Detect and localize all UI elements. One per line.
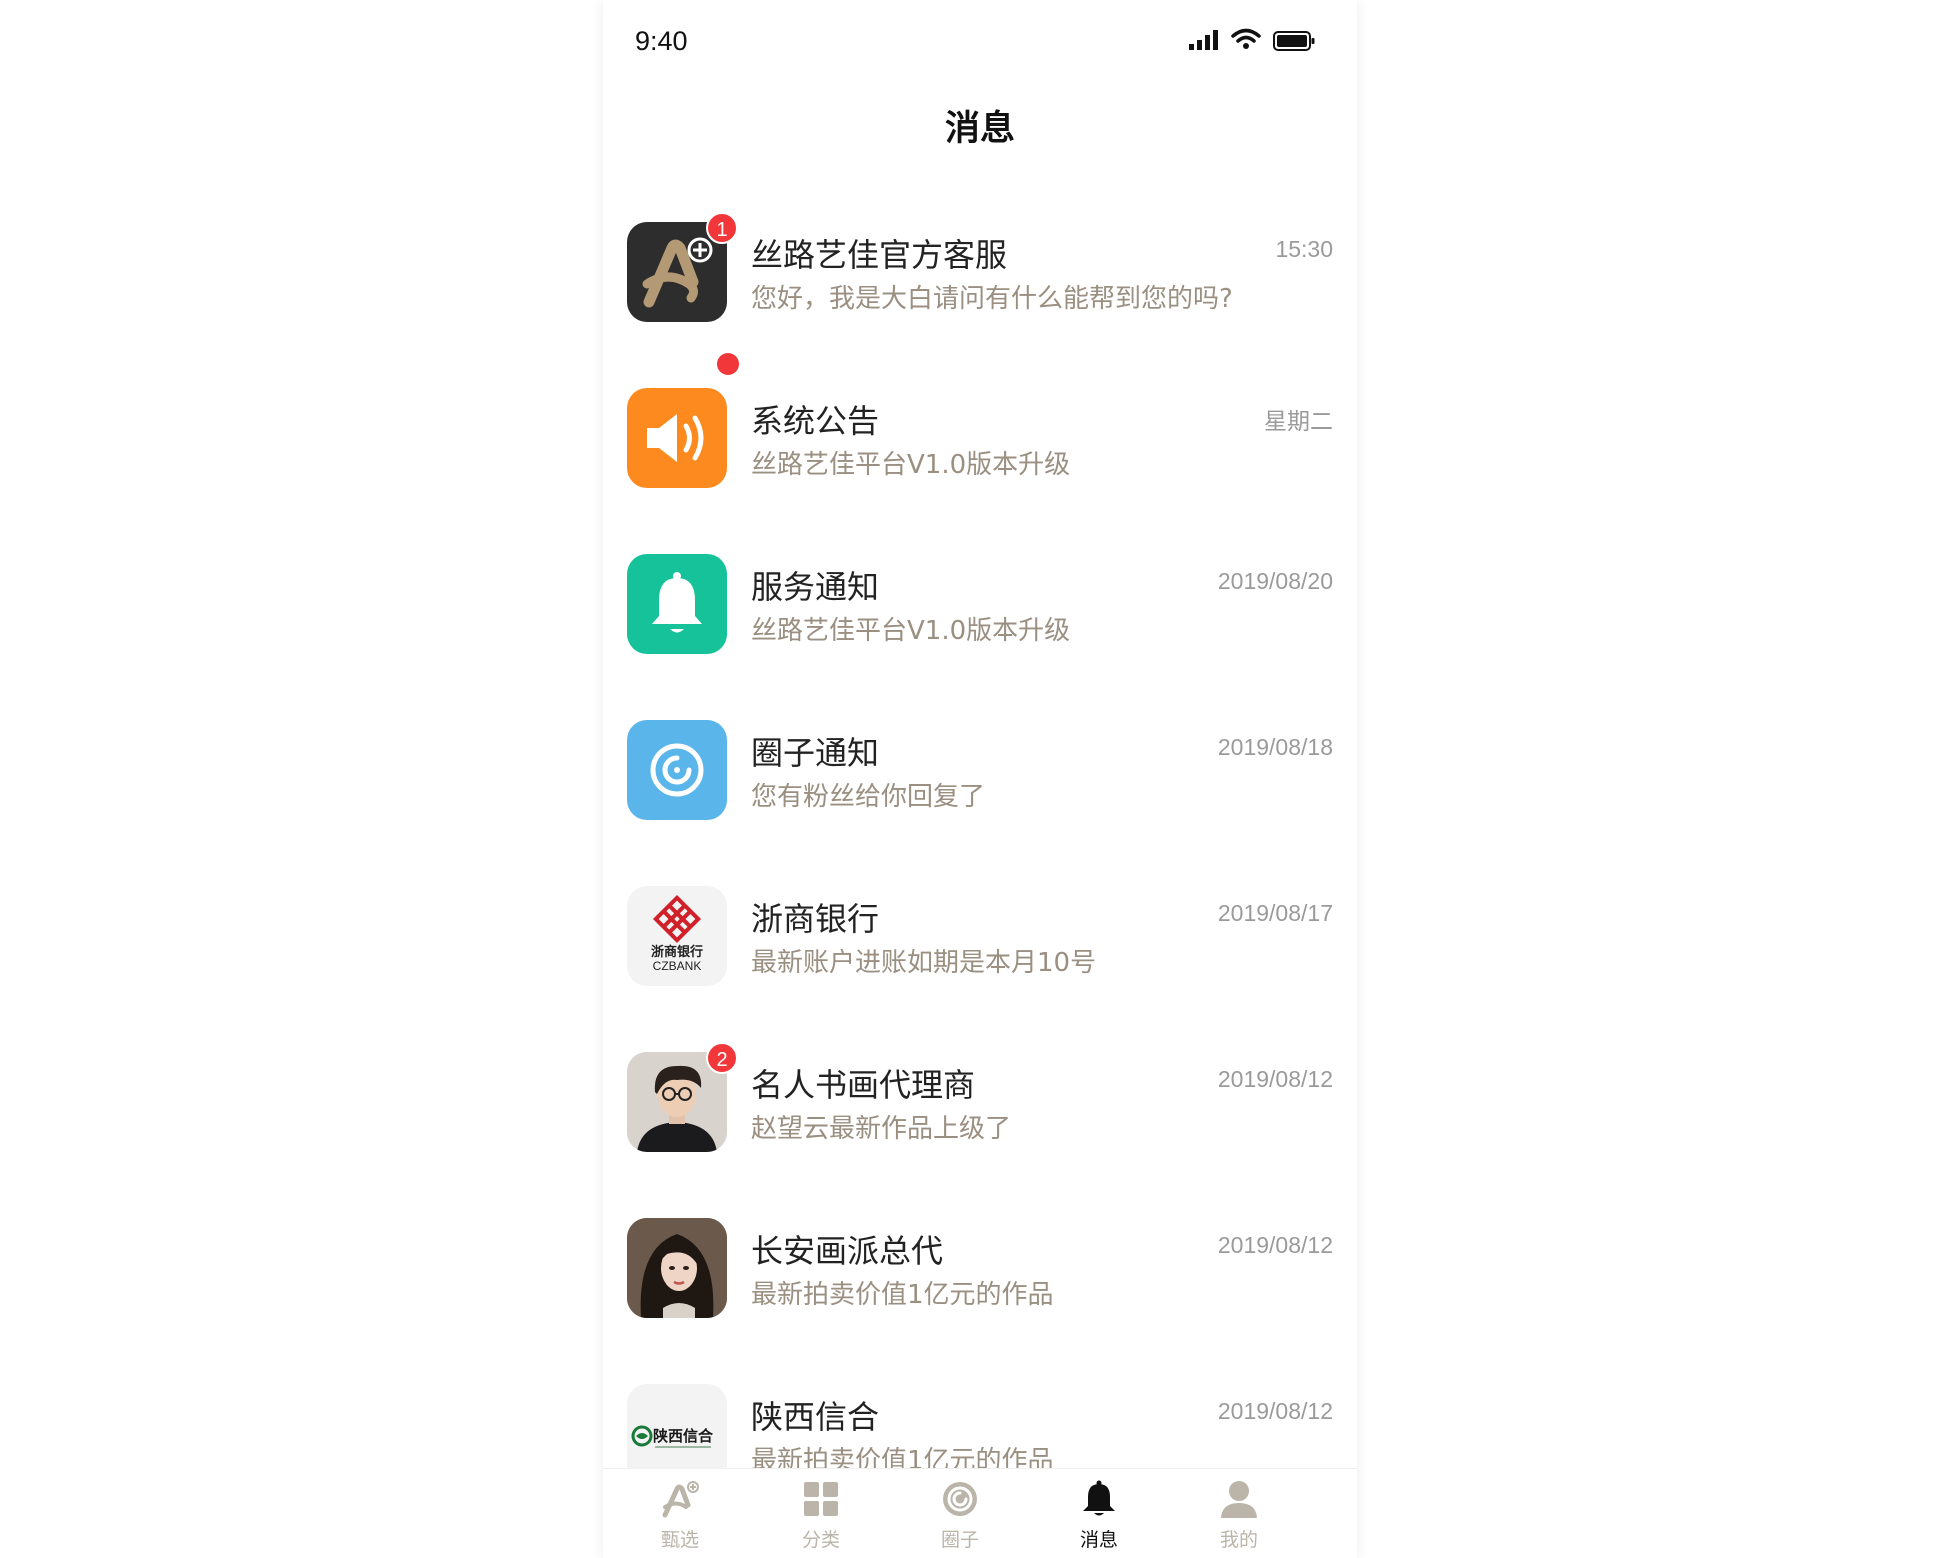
message-time: 2019/08/18 [1217, 734, 1333, 760]
phone-screen: 9:40 消息 1 丝路艺佳官方客服 您好，我是大白请问有什么能帮到您的吗? 1… [603, 0, 1357, 1558]
message-sender: 服务通知 [751, 568, 880, 606]
message-preview: 丝路艺佳平台V1.0版本升级 [751, 616, 1071, 646]
message-sender: 浙商银行 [751, 900, 880, 938]
tab-label: 圈子 [940, 1529, 979, 1551]
message-item[interactable]: 服务通知 丝路艺佳平台V1.0版本升级 2019/08/20 [603, 528, 1357, 694]
tab-profile[interactable]: 我的 [1169, 1469, 1309, 1558]
message-preview: 丝路艺佳平台V1.0版本升级 [751, 450, 1071, 480]
message-time: 2019/08/17 [1217, 900, 1333, 926]
message-item[interactable]: 长安画派总代 最新拍卖价值1亿元的作品 2019/08/12 [603, 1192, 1357, 1358]
message-time: 15:30 [1275, 236, 1333, 262]
message-time: 2019/08/20 [1217, 568, 1333, 594]
message-item[interactable]: 2 名人书画代理商 赵望云最新作品上级了 2019/08/12 [603, 1026, 1357, 1192]
message-item[interactable]: 1 丝路艺佳官方客服 您好，我是大白请问有什么能帮到您的吗? 15:30 [603, 196, 1357, 362]
grid-icon [804, 1482, 838, 1516]
message-preview: 赵望云最新作品上级了 [751, 1114, 1012, 1144]
tab-label: 甄选 [660, 1529, 699, 1551]
message-item[interactable]: 圈子通知 您有粉丝给你回复了 2019/08/18 [603, 694, 1357, 860]
message-sender: 陕西信合 [751, 1398, 880, 1436]
tab-bar: 甄选 分类 圈子 消息 我的 [603, 1468, 1357, 1558]
message-time: 星期二 [1264, 408, 1333, 434]
status-bar: 9:40 [603, 0, 1357, 90]
message-sender: 圈子通知 [751, 734, 880, 772]
cellular-signal-icon [1189, 30, 1218, 50]
message-time: 2019/08/12 [1217, 1398, 1333, 1424]
message-list[interactable]: 1 丝路艺佳官方客服 您好，我是大白请问有什么能帮到您的吗? 15:30 系统公… [603, 196, 1357, 1468]
message-preview: 最新账户进账如期是本月10号 [751, 948, 1097, 978]
shaanxi-xinhe-logo: 陕西信合 [627, 1384, 727, 1468]
tab-label: 分类 [801, 1529, 840, 1551]
tab-category[interactable]: 分类 [751, 1469, 891, 1558]
czbank-logo-cn: 浙商银行 [651, 944, 703, 960]
message-item[interactable]: 陕西信合 陕西信合 最新拍卖价值1亿元的作品 2019/08/12 [603, 1358, 1357, 1468]
message-preview: 最新拍卖价值1亿元的作品 [751, 1280, 1054, 1310]
tab-label: 我的 [1219, 1529, 1258, 1551]
message-item[interactable]: 浙商银行 CZBANK 浙商银行 最新账户进账如期是本月10号 2019/08/… [603, 860, 1357, 1026]
shaanxi-xinhe-logo-text: 陕西信合 [653, 1427, 714, 1445]
status-time: 9:40 [635, 26, 688, 56]
unread-badge: 1 [706, 212, 738, 244]
message-item[interactable]: 系统公告 丝路艺佳平台V1.0版本升级 星期二 [603, 353, 1357, 528]
message-sender: 名人书画代理商 [751, 1066, 976, 1104]
bell-icon [627, 554, 727, 654]
tab-label: 消息 [1079, 1529, 1118, 1551]
app-logo-icon [662, 1481, 699, 1518]
message-sender: 丝路艺佳官方客服 [751, 236, 1008, 274]
message-time: 2019/08/12 [1217, 1066, 1333, 1092]
battery-icon [1273, 31, 1315, 51]
wifi-icon [1231, 28, 1261, 49]
unread-badge: 2 [706, 1042, 738, 1074]
user-photo-female [627, 1218, 727, 1318]
message-sender: 长安画派总代 [751, 1232, 944, 1270]
message-preview: 您有粉丝给你回复了 [751, 782, 986, 812]
unread-dot [717, 353, 739, 375]
czbank-logo-en: CZBANK [653, 959, 702, 973]
message-preview: 最新拍卖价值1亿元的作品 [751, 1446, 1054, 1468]
spiral-icon [627, 720, 727, 820]
spiral-icon [943, 1482, 977, 1516]
tab-messages[interactable]: 消息 [1029, 1469, 1169, 1558]
message-preview: 您好，我是大白请问有什么能帮到您的吗? [751, 284, 1233, 314]
tab-circle[interactable]: 圈子 [890, 1469, 1030, 1558]
message-sender: 系统公告 [751, 402, 880, 440]
tab-featured[interactable]: 甄选 [610, 1469, 750, 1558]
page-title: 消息 [944, 109, 1015, 149]
message-time: 2019/08/12 [1217, 1232, 1333, 1258]
person-icon [1221, 1481, 1257, 1518]
bell-icon [1083, 1480, 1115, 1516]
czbank-logo: 浙商银行 CZBANK [627, 886, 727, 986]
speaker-icon [627, 388, 727, 488]
